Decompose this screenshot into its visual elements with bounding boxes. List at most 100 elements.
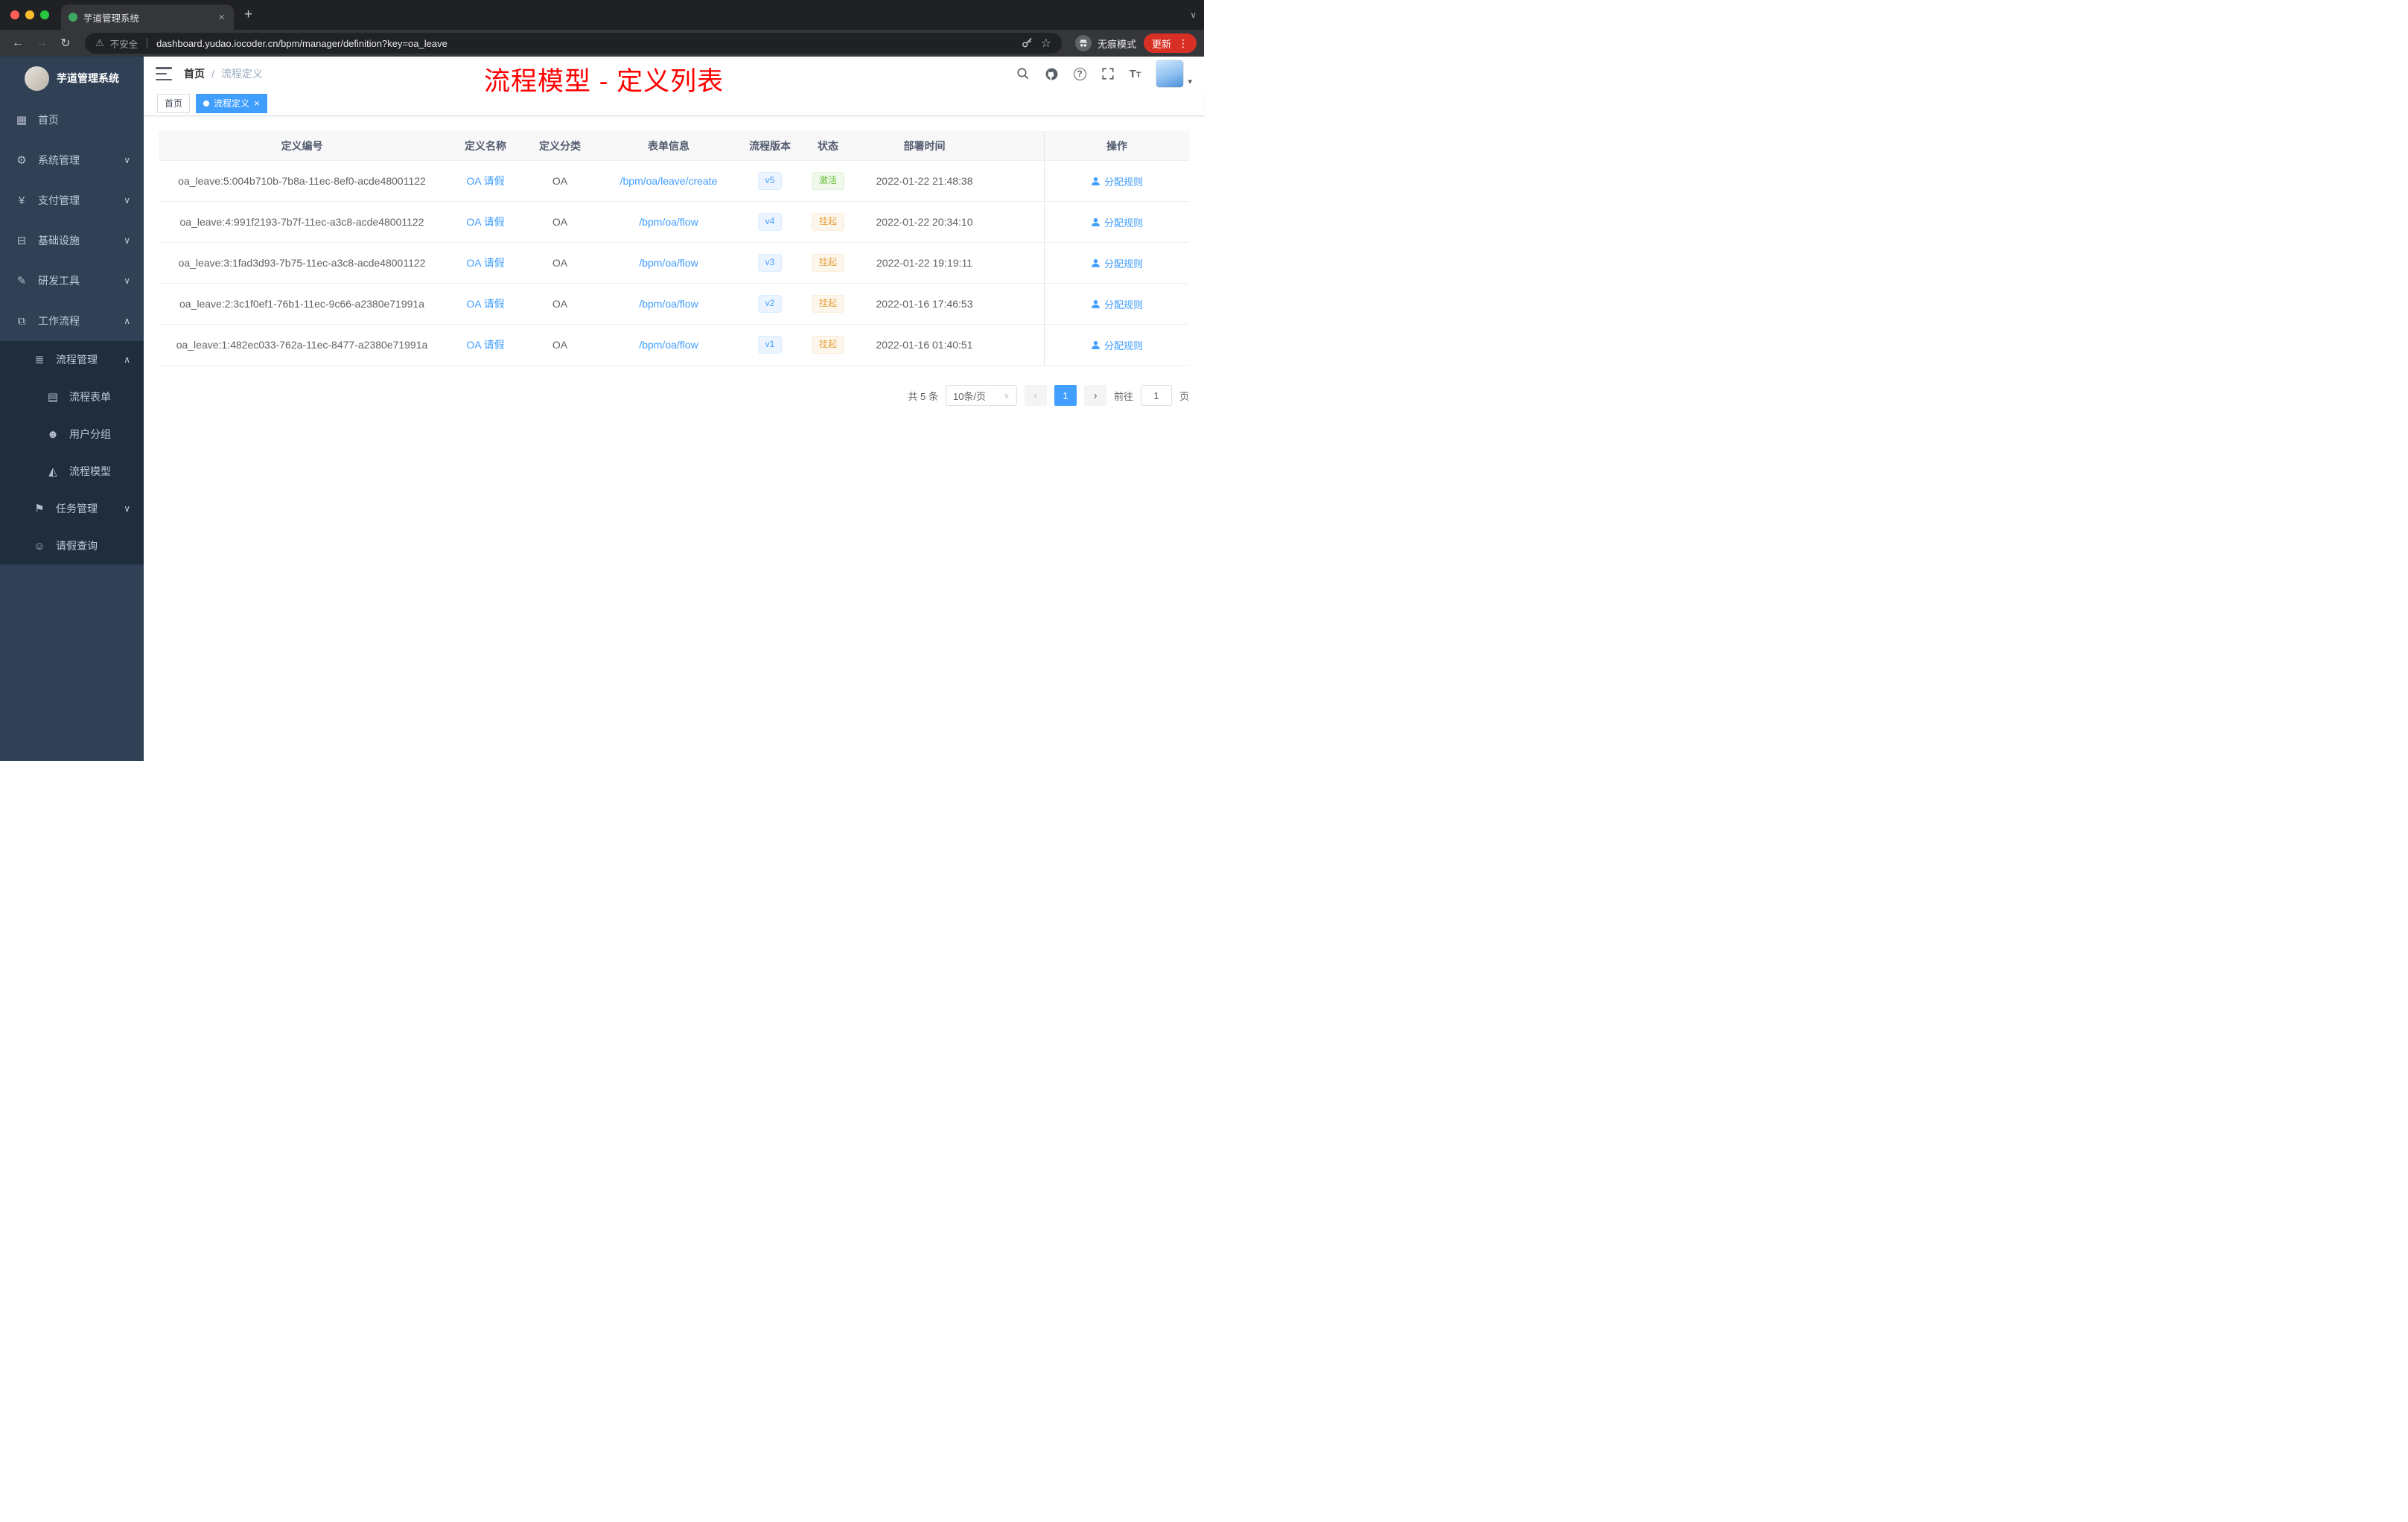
form-link[interactable]: /bpm/oa/leave/create xyxy=(620,175,718,187)
definition-id-cell: oa_leave:2:3c1f0ef1-76b1-11ec-9c66-a2380… xyxy=(179,298,424,310)
table-row: oa_leave:2:3c1f0ef1-76b1-11ec-9c66-a2380… xyxy=(159,284,1189,325)
incognito-badge: 无痕模式 xyxy=(1074,35,1136,51)
sidebar-item-label: 用户分组 xyxy=(69,428,111,440)
tab-search-icon[interactable]: ∨ xyxy=(1190,0,1197,30)
dashboard-icon: ▦ xyxy=(16,114,28,127)
main-area: 首页 / 流程定义 ? TT ▾ 流程模型 - 定义列表 首页 流程定义 × 定… xyxy=(144,57,1204,761)
sidebar-item-user-group[interactable]: ☻ 用户分组 xyxy=(0,415,144,453)
window-zoom-button[interactable] xyxy=(40,10,49,19)
deploy-time-cell: 2022-01-22 19:19:11 xyxy=(876,257,972,269)
breadcrumb-home[interactable]: 首页 xyxy=(184,66,205,81)
col-header-definition-id: 定义编号 xyxy=(281,139,323,152)
prev-page-button[interactable]: ‹ xyxy=(1024,385,1047,406)
search-icon[interactable] xyxy=(1016,67,1030,80)
breadcrumb-separator: / xyxy=(211,68,214,80)
tag-close-icon[interactable]: × xyxy=(254,98,260,108)
user-icon xyxy=(1092,176,1100,185)
filler-cell xyxy=(990,243,1044,283)
sidebar-item-process-model[interactable]: ◭ 流程模型 xyxy=(0,453,144,490)
security-label[interactable]: 不安全 xyxy=(110,36,138,51)
page-size-select[interactable]: 10条/页 ∨ xyxy=(945,385,1017,406)
url-text[interactable]: dashboard.yudao.iocoder.cn/bpm/manager/d… xyxy=(156,38,447,49)
infrastructure-icon: ⊟ xyxy=(16,235,27,247)
reload-icon[interactable]: ↻ xyxy=(55,36,76,51)
assign-rule-link[interactable]: 分配规则 xyxy=(1091,338,1143,352)
definition-name-link[interactable]: OA 请假 xyxy=(466,255,504,270)
tab-title: 芋道管理系统 xyxy=(83,13,140,24)
browser-update-button[interactable]: 更新 ⋮ xyxy=(1143,34,1197,53)
deploy-time-cell: 2022-01-16 17:46:53 xyxy=(876,298,973,310)
breadcrumb-current: 流程定义 xyxy=(220,68,263,80)
address-bar[interactable]: ⚠ 不安全 dashboard.yudao.iocoder.cn/bpm/man… xyxy=(85,33,1062,54)
github-icon[interactable] xyxy=(1045,67,1059,81)
help-icon[interactable]: ? xyxy=(1073,67,1086,80)
avatar-caret-down-icon: ▾ xyxy=(1188,77,1192,86)
browser-menu-icon[interactable]: ⋮ xyxy=(1178,37,1188,50)
incognito-label: 无痕模式 xyxy=(1097,38,1136,50)
tag-process-definition[interactable]: 流程定义 × xyxy=(196,93,267,113)
sidebar-item-task-management[interactable]: ⚑ 任务管理 ∨ xyxy=(0,490,144,527)
definition-name-link[interactable]: OA 请假 xyxy=(466,296,504,311)
assign-rule-link[interactable]: 分配规则 xyxy=(1091,174,1143,188)
assign-rule-link[interactable]: 分配规则 xyxy=(1091,256,1143,270)
sidebar-item-home[interactable]: ▦ 首页 xyxy=(0,100,144,140)
sidebar-item-dev-tools[interactable]: ✎ 研发工具 ∨ xyxy=(0,261,144,301)
window-minimize-button[interactable] xyxy=(25,10,34,19)
logo-title: 芋道管理系统 xyxy=(57,72,119,84)
assign-rule-link[interactable]: 分配规则 xyxy=(1091,297,1143,311)
sidebar-item-payment-management[interactable]: ¥ 支付管理 ∨ xyxy=(0,180,144,220)
col-header-deploy-time: 部署时间 xyxy=(903,139,946,152)
sidebar-logo[interactable]: 芋道管理系统 xyxy=(0,57,144,100)
form-link[interactable]: /bpm/oa/flow xyxy=(639,216,698,228)
avatar[interactable] xyxy=(1156,60,1185,88)
version-badge: v2 xyxy=(757,295,783,313)
forward-icon[interactable]: → xyxy=(31,36,52,50)
fullscreen-icon[interactable] xyxy=(1101,67,1115,80)
new-tab-button[interactable]: + xyxy=(244,0,252,30)
definition-name-link[interactable]: OA 请假 xyxy=(466,173,504,188)
version-badge: v1 xyxy=(757,336,783,354)
font-size-icon[interactable]: TT xyxy=(1130,68,1141,80)
password-key-icon[interactable] xyxy=(1021,37,1033,50)
back-icon[interactable]: ← xyxy=(7,36,28,50)
page-number-button[interactable]: 1 xyxy=(1054,385,1077,406)
bookmark-star-icon[interactable]: ☆ xyxy=(1041,36,1051,51)
category-cell: OA xyxy=(552,175,568,187)
sidebar-item-infrastructure[interactable]: ⊟ 基础设施 ∨ xyxy=(0,220,144,261)
user-avatar-wrap[interactable]: ▾ xyxy=(1156,60,1192,88)
form-link[interactable]: /bpm/oa/flow xyxy=(639,339,698,351)
version-badge: v3 xyxy=(757,254,783,272)
goto-page-input[interactable] xyxy=(1140,385,1172,406)
browser-tab[interactable]: 芋道管理系统 × xyxy=(61,4,234,30)
sidebar-item-process-management[interactable]: ≣ 流程管理 ∧ xyxy=(0,341,144,378)
deploy-time-cell: 2022-01-22 21:48:38 xyxy=(876,175,973,187)
chevron-up-icon: ∧ xyxy=(124,316,130,326)
sidebar-item-process-form[interactable]: ▤ 流程表单 xyxy=(0,378,144,415)
definition-name-link[interactable]: OA 请假 xyxy=(466,214,504,229)
hamburger-icon[interactable] xyxy=(156,67,172,80)
sidebar-item-leave-query[interactable]: ☺ 请假查询 xyxy=(0,527,144,564)
browser-window: 芋道管理系统 × + ∨ ← → ↻ ⚠ 不安全 dashboard.yudao… xyxy=(0,0,1204,761)
sidebar-item-label: 请假查询 xyxy=(56,540,98,552)
category-cell: OA xyxy=(552,257,568,269)
sidebar-item-label: 流程模型 xyxy=(69,465,111,477)
assign-rule-link[interactable]: 分配规则 xyxy=(1091,215,1143,229)
status-badge: 激活 xyxy=(811,172,844,190)
sidebar-item-label: 支付管理 xyxy=(38,194,80,206)
logo-avatar xyxy=(25,66,49,91)
col-header-action: 操作 xyxy=(1044,131,1189,160)
form-link[interactable]: /bpm/oa/flow xyxy=(639,298,698,310)
category-cell: OA xyxy=(552,216,568,228)
filler-cell xyxy=(990,325,1044,365)
definition-name-link[interactable]: OA 请假 xyxy=(466,337,504,352)
col-header-status: 状态 xyxy=(818,139,838,152)
page-size-value: 10条/页 xyxy=(952,390,987,402)
table-row: oa_leave:4:991f2193-7b7f-11ec-a3c8-acde4… xyxy=(159,202,1189,243)
tab-close-icon[interactable]: × xyxy=(217,11,226,24)
next-page-button[interactable]: › xyxy=(1083,385,1106,406)
tag-home[interactable]: 首页 xyxy=(157,93,191,113)
window-close-button[interactable] xyxy=(10,10,19,19)
form-link[interactable]: /bpm/oa/flow xyxy=(639,257,698,269)
sidebar-item-system-management[interactable]: ⚙ 系统管理 ∨ xyxy=(0,140,144,180)
sidebar-item-workflow[interactable]: ⧉ 工作流程 ∧ xyxy=(0,301,144,341)
